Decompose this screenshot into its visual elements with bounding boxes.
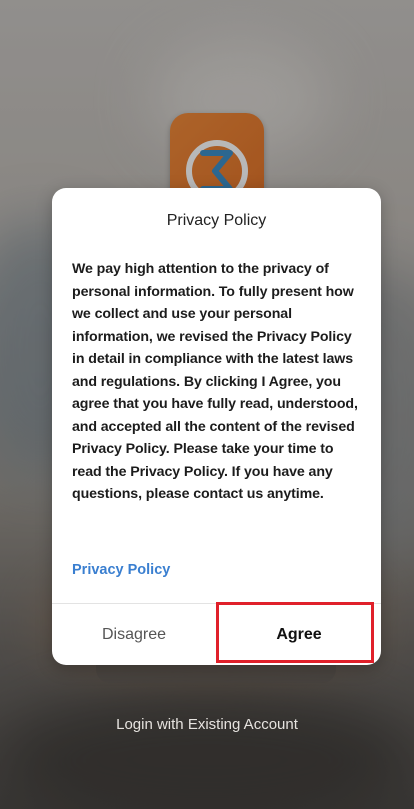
dialog-body-text: We pay high attention to the privacy of …	[72, 261, 358, 502]
login-existing-account-link[interactable]: Login with Existing Account	[0, 716, 414, 733]
privacy-policy-link[interactable]: Privacy Policy	[72, 562, 170, 578]
privacy-policy-dialog: Privacy Policy We pay high attention to …	[52, 188, 381, 665]
dialog-title: Privacy Policy	[166, 212, 267, 229]
disagree-button[interactable]: Disagree	[52, 604, 216, 665]
agree-button[interactable]: Agree	[217, 604, 381, 665]
app-screen: Login with Existing Account Privacy Poli…	[0, 0, 414, 809]
